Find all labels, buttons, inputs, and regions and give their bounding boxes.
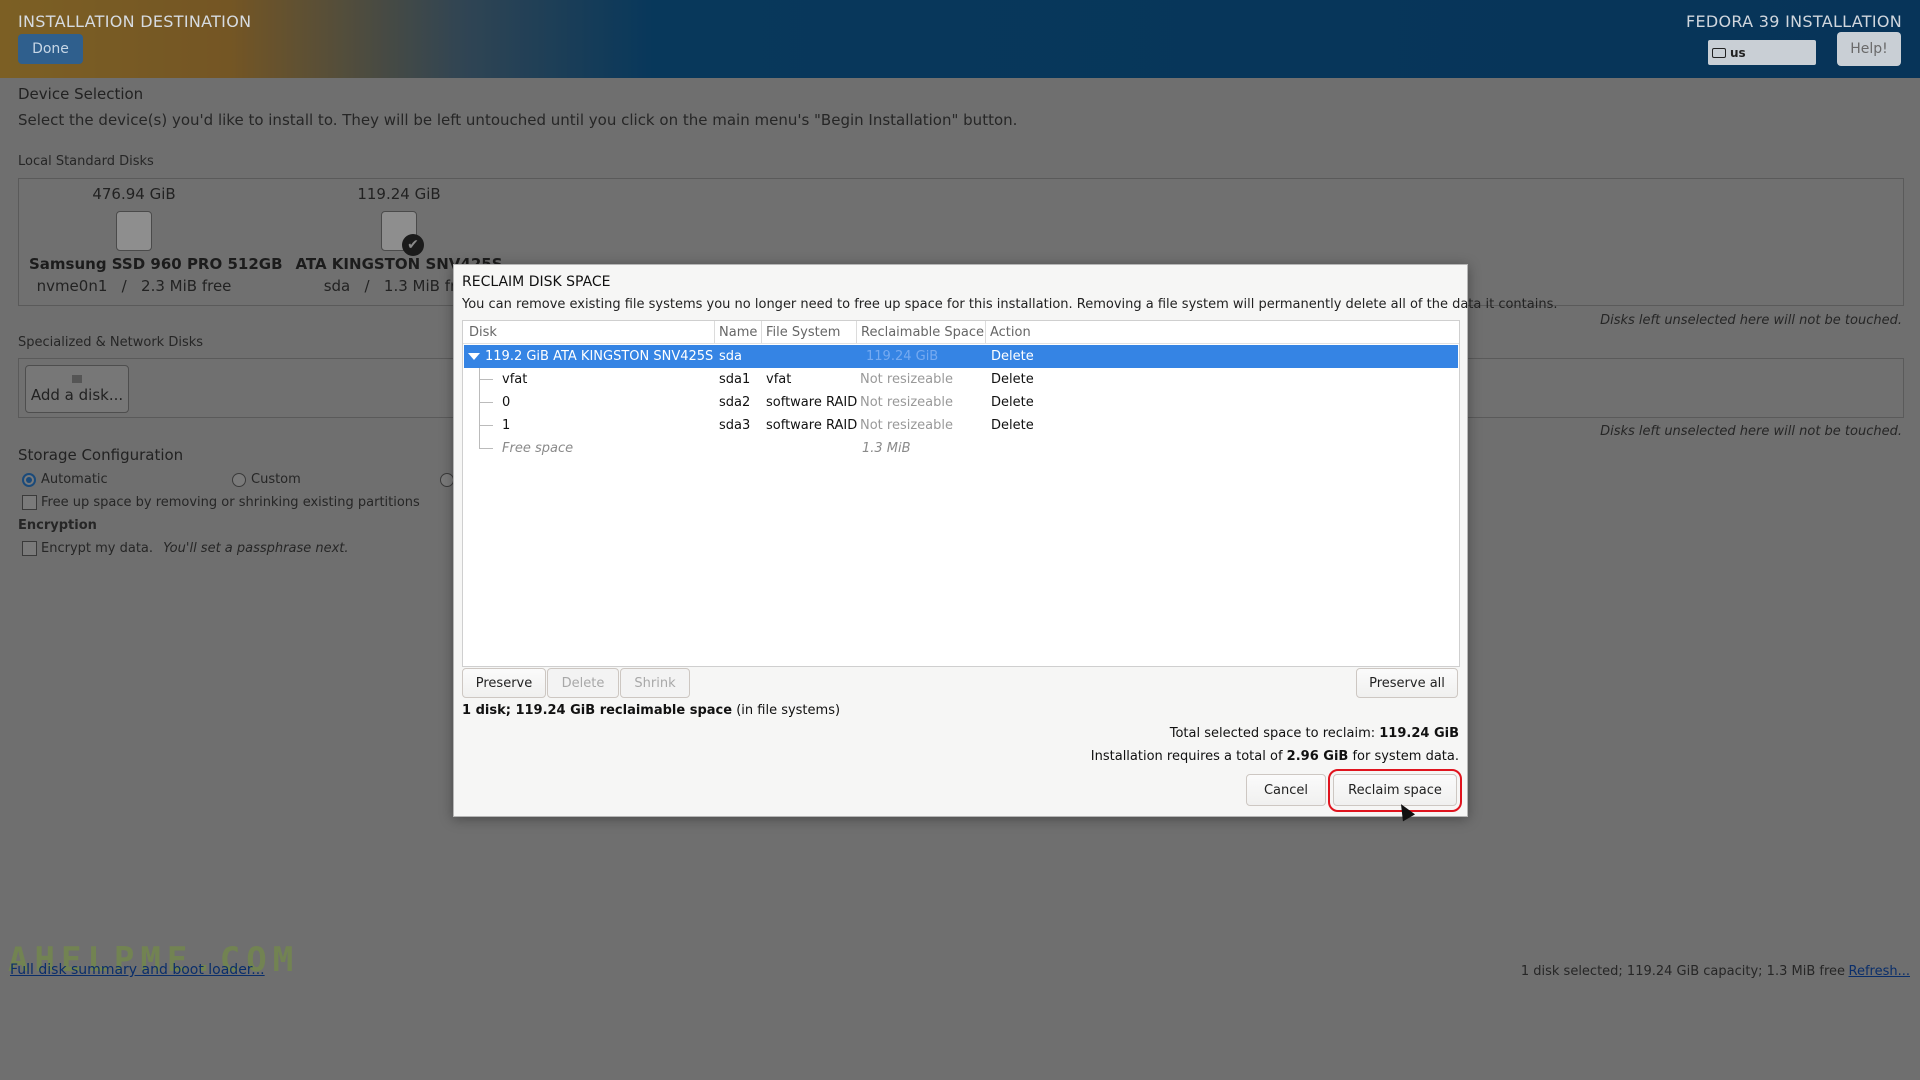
row-reclaimable: Not resizeable <box>860 418 953 433</box>
disk-summary-link[interactable]: Full disk summary and boot loader... <box>10 962 265 978</box>
tree-row-partition[interactable]: 0 sda2 software RAID Not resizeable Dele… <box>464 391 1458 414</box>
row-disk: Free space <box>502 441 574 456</box>
row-name: sda3 <box>719 418 751 433</box>
row-filesystem: software RAID <box>766 418 858 433</box>
row-disk: 1 <box>502 418 511 433</box>
row-action: Delete <box>991 349 1034 364</box>
advanced-radio[interactable] <box>440 473 454 487</box>
disk-size: 119.24 GiB <box>357 185 441 203</box>
row-reclaimable: Not resizeable <box>860 395 953 410</box>
encrypt-checkbox[interactable] <box>22 541 37 556</box>
reclaim-summary-suffix: (in file systems) <box>732 703 841 718</box>
hard-disk-icon: ✔ <box>381 211 424 256</box>
disk-status: 1 disk selected; 119.24 GiB capacity; 1.… <box>1520 964 1845 979</box>
custom-label: Custom <box>251 472 301 487</box>
dialog-description: You can remove existing file systems you… <box>462 297 1558 312</box>
expand-arrow-icon[interactable] <box>468 353 480 360</box>
network-disks-title: Specialized & Network Disks <box>18 335 204 350</box>
encryption-title: Encryption <box>18 518 97 533</box>
total-label: Total selected space to reclaim: <box>1169 726 1380 741</box>
custom-radio[interactable] <box>232 473 246 487</box>
done-button[interactable]: Done <box>18 34 83 64</box>
local-disks-title: Local Standard Disks <box>18 154 154 169</box>
delete-button[interactable]: Delete <box>547 668 619 698</box>
encrypt-text: Encrypt my data. <box>41 541 154 556</box>
row-action: Delete <box>991 395 1034 410</box>
free-space-label: Free up space by removing or shrinking e… <box>41 495 420 510</box>
keyboard-layout-label: us <box>1730 45 1746 60</box>
automatic-label: Automatic <box>41 472 108 487</box>
column-header-name[interactable]: Name <box>719 325 757 340</box>
tree-connector <box>479 402 493 403</box>
tree-connector <box>479 425 493 426</box>
row-name: sda2 <box>719 395 751 410</box>
disk-name: Samsung SSD 960 PRO 512GB <box>29 255 283 273</box>
disk-size: 476.94 GiB <box>92 185 176 203</box>
untouched-note: Disks left unselected here will not be t… <box>1600 424 1902 439</box>
column-header-disk[interactable]: Disk <box>469 325 497 340</box>
row-action: Delete <box>991 418 1034 433</box>
tree-row-partition[interactable]: vfat sda1 vfat Not resizeable Delete <box>464 368 1458 391</box>
keyboard-layout-indicator[interactable]: us <box>1708 40 1816 65</box>
disk-icon <box>72 374 82 383</box>
row-disk: 119.2 GiB ATA KINGSTON SNV425S <box>485 349 714 364</box>
device-selection-description: Select the device(s) you'd like to insta… <box>18 111 1018 129</box>
preserve-all-button[interactable]: Preserve all <box>1356 668 1458 698</box>
tree-row-free-space[interactable]: Free space 1.3 MiB <box>464 437 1458 460</box>
cancel-button[interactable]: Cancel <box>1246 774 1326 806</box>
installation-requirement: Installation requires a total of 2.96 Gi… <box>1091 749 1459 764</box>
preserve-button[interactable]: Preserve <box>462 668 546 698</box>
tree-row-disk[interactable]: 119.2 GiB ATA KINGSTON SNV425S sda 119.2… <box>464 345 1458 368</box>
requires-suffix: for system data. <box>1348 749 1459 764</box>
page-title: INSTALLATION DESTINATION <box>18 12 252 31</box>
tree-connector <box>479 368 480 449</box>
hard-disk-icon <box>116 211 152 251</box>
disk-details: nvme0n1 / 2.3 MiB free <box>36 277 232 295</box>
tree-header: Disk Name File System Reclaimable Space … <box>463 321 1459 344</box>
refresh-link[interactable]: Refresh... <box>1849 964 1911 979</box>
keyboard-icon <box>1712 47 1726 58</box>
row-reclaimable: 1.3 MiB <box>862 441 911 456</box>
row-reclaimable: Not resizeable <box>860 372 953 387</box>
column-header-filesystem[interactable]: File System <box>766 325 840 340</box>
row-filesystem: software RAID <box>766 395 858 410</box>
header-bar <box>0 0 1920 78</box>
row-filesystem: vfat <box>766 372 792 387</box>
row-disk: vfat <box>502 372 528 387</box>
selected-check-icon: ✔ <box>402 234 424 256</box>
annotation-highlight <box>1328 769 1462 812</box>
total-selected: Total selected space to reclaim: 119.24 … <box>1170 726 1459 741</box>
automatic-radio[interactable] <box>22 473 36 487</box>
requires-prefix: Installation requires a total of <box>1090 749 1287 764</box>
tree-row-partition[interactable]: 1 sda3 software RAID Not resizeable Dele… <box>464 414 1458 437</box>
reclaim-disk-space-dialog: RECLAIM DISK SPACE You can remove existi… <box>453 264 1558 822</box>
disk-samsung[interactable]: 476.94 GiB Samsung SSD 960 PRO 512GB nvm… <box>29 185 283 295</box>
row-reclaimable: 119.24 GiB <box>866 349 939 364</box>
encrypt-hint: You'll set a passphrase next. <box>163 541 349 556</box>
column-header-reclaimable[interactable]: Reclaimable Space <box>861 325 984 340</box>
untouched-note: Disks left unselected here will not be t… <box>1600 313 1902 328</box>
reclaim-summary: 1 disk; 119.24 GiB reclaimable space (in… <box>462 703 840 718</box>
device-selection-title: Device Selection <box>18 85 144 103</box>
shrink-button[interactable]: Shrink <box>620 668 690 698</box>
row-name: sda1 <box>719 372 751 387</box>
add-disk-label: Add a disk... <box>30 385 124 404</box>
encrypt-label: Encrypt my data. You'll set a passphrase… <box>41 541 349 556</box>
tree-connector <box>479 379 493 380</box>
partition-tree[interactable]: Disk Name File System Reclaimable Space … <box>462 320 1460 667</box>
product-title: FEDORA 39 INSTALLATION <box>1685 12 1902 31</box>
requires-value: 2.96 GiB <box>1286 749 1349 764</box>
storage-config-title: Storage Configuration <box>18 446 184 464</box>
column-header-action[interactable]: Action <box>990 325 1031 340</box>
dialog-title: RECLAIM DISK SPACE <box>462 274 611 290</box>
row-action: Delete <box>991 372 1034 387</box>
free-space-checkbox[interactable] <box>22 495 37 510</box>
reclaim-summary-main: 1 disk; 119.24 GiB reclaimable space <box>462 703 733 718</box>
help-button[interactable]: Help! <box>1837 32 1901 66</box>
row-disk: 0 <box>502 395 511 410</box>
add-disk-button[interactable]: Add a disk... <box>25 365 129 413</box>
row-name: sda <box>719 349 742 364</box>
tree-connector <box>479 448 493 449</box>
total-value: 119.24 GiB <box>1379 726 1459 741</box>
